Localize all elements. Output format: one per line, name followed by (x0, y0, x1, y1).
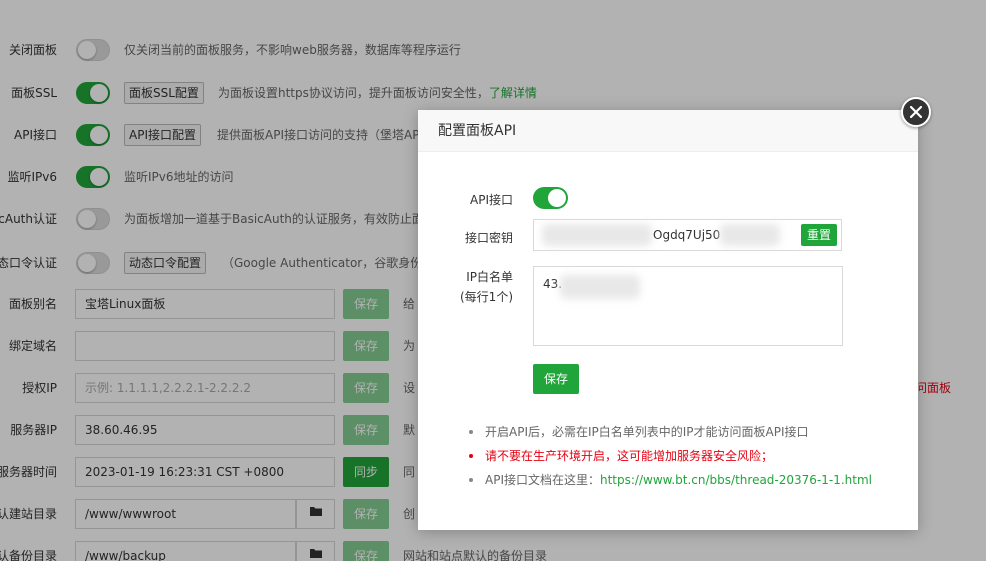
note-item: 开启API后，必需在IP白名单列表中的IP才能访问面板API接口 (467, 420, 907, 444)
api-docs-link[interactable]: https://www.bt.cn/bbs/thread-20376-1-1.h… (600, 473, 872, 487)
redacted-mask (720, 224, 780, 246)
api-label: API接口 (470, 193, 513, 207)
help-notes: 开启API后，必需在IP白名单列表中的IP才能访问面板API接口 请不要在生产环… (467, 420, 907, 492)
ip-whitelist-label: IP白名单 (466, 270, 513, 284)
api-token-value: Ogdq7Uj50 (653, 228, 721, 242)
reset-token-button[interactable]: 重置 (801, 224, 837, 246)
save-button[interactable]: 保存 (533, 364, 579, 394)
note-item-warning: 请不要在生产环境开启，这可能增加服务器安全风险； (467, 444, 907, 468)
redacted-mask (560, 275, 640, 299)
api-token-field[interactable]: Ogdq7Uj50 重置 (533, 219, 842, 251)
token-label: 接口密钥 (464, 231, 513, 245)
api-enable-toggle[interactable] (533, 187, 568, 209)
api-config-dialog: 配置面板API API接口 接口密钥 Ogdq7Uj50 重置 IP白名单 (每… (418, 110, 918, 530)
ip-whitelist-hint: (每行1个) (460, 290, 513, 304)
redacted-mask (542, 224, 652, 246)
ip-whitelist-textarea[interactable]: 43. (533, 266, 843, 346)
note-item: API接口文档在这里：https://www.bt.cn/bbs/thread-… (467, 468, 907, 492)
close-icon[interactable] (901, 97, 931, 127)
dialog-title: 配置面板API (438, 123, 517, 139)
dialog-header: 配置面板API (418, 110, 918, 152)
